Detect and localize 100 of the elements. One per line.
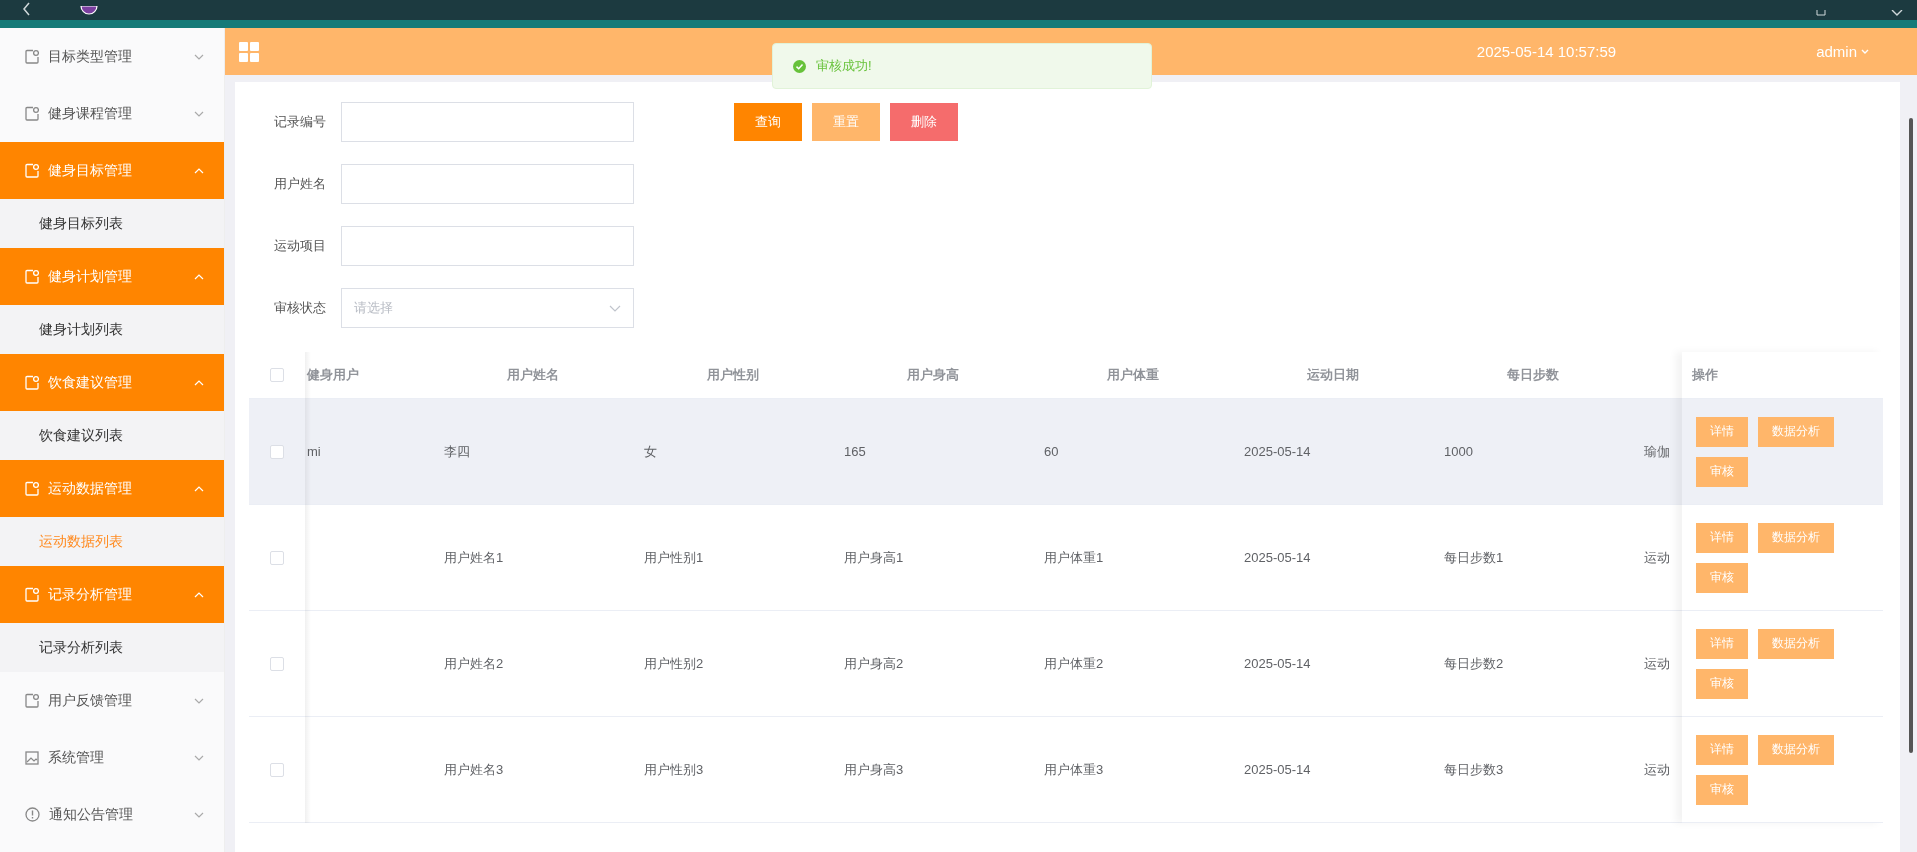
sidebar-menu-item[interactable]: 饮食建议管理 bbox=[0, 354, 224, 411]
row-checkbox[interactable] bbox=[270, 550, 284, 565]
document-icon bbox=[25, 49, 39, 64]
table-cell: 1000 bbox=[1444, 444, 1473, 459]
column-header: 用户身高 bbox=[906, 366, 960, 384]
row-action-button[interactable]: 数据分析 bbox=[1758, 628, 1834, 659]
chevron-icon bbox=[194, 53, 204, 60]
table-cell: 用户性别3 bbox=[644, 761, 704, 777]
column-header: 每日步数 bbox=[1506, 366, 1560, 384]
row-action-button[interactable]: 审核 bbox=[1696, 562, 1748, 593]
chevron-icon bbox=[194, 110, 204, 117]
field-label: 用户姓名 bbox=[274, 175, 327, 193]
success-icon bbox=[793, 59, 806, 73]
table-cell: 瑜伽 bbox=[1644, 443, 1670, 459]
action-button[interactable]: 删除 bbox=[890, 103, 958, 141]
input-field[interactable] bbox=[341, 102, 634, 142]
input-field[interactable] bbox=[341, 226, 634, 266]
input-field[interactable] bbox=[341, 164, 634, 204]
document-icon bbox=[25, 481, 39, 496]
table-cell: 每日步数1 bbox=[1444, 549, 1504, 565]
sidebar-menu-item[interactable]: 目标类型管理 bbox=[0, 28, 224, 85]
sidebar-menu-item[interactable]: 系统管理 bbox=[0, 729, 224, 786]
table-cell: 2025-05-14 bbox=[1244, 444, 1311, 459]
column-header: 健身用户 bbox=[305, 366, 360, 384]
chevron-icon bbox=[194, 591, 204, 598]
table-cell: 每日步数3 bbox=[1444, 761, 1504, 777]
action-button[interactable]: 查询 bbox=[734, 103, 802, 141]
sidebar-submenu-item[interactable]: 运动数据列表 bbox=[0, 517, 224, 566]
table-cell: 用户姓名3 bbox=[444, 761, 504, 777]
row-action-button[interactable]: 数据分析 bbox=[1758, 522, 1834, 553]
sidebar-submenu-item[interactable]: 记录分析列表 bbox=[0, 623, 224, 672]
sidebar-menu-item[interactable]: 健身课程管理 bbox=[0, 85, 224, 142]
table-cell: 女 bbox=[644, 443, 657, 459]
document-icon bbox=[25, 587, 39, 602]
chevron-icon bbox=[194, 485, 204, 492]
restore-icon[interactable] bbox=[1815, 10, 1827, 16]
document-icon bbox=[25, 375, 39, 390]
row-action-button[interactable]: 详情 bbox=[1696, 628, 1748, 659]
table-cell: 2025-05-14 bbox=[1244, 550, 1311, 565]
table-cell: 用户性别1 bbox=[644, 549, 704, 565]
table-cell: 165 bbox=[844, 444, 866, 459]
table-cell: 运动 bbox=[1644, 761, 1670, 777]
table-cell: mi bbox=[307, 444, 321, 459]
chevron-icon bbox=[609, 304, 621, 312]
row-action-button[interactable]: 数据分析 bbox=[1758, 734, 1834, 765]
scrollbar[interactable] bbox=[1909, 118, 1913, 753]
chevron-icon bbox=[194, 811, 204, 818]
column-header: 用户体重 bbox=[1106, 366, 1160, 384]
document-icon bbox=[25, 693, 39, 708]
sidebar-menu-item[interactable]: 健身计划管理 bbox=[0, 248, 224, 305]
sidebar-menu-item[interactable]: 通知公告管理 bbox=[0, 786, 224, 843]
checkbox[interactable] bbox=[270, 368, 284, 382]
sidebar-menu-item[interactable]: 记录分析管理 bbox=[0, 566, 224, 623]
table-cell: 用户性别2 bbox=[644, 655, 704, 671]
row-action-button[interactable]: 详情 bbox=[1696, 522, 1748, 553]
row-action-button[interactable]: 审核 bbox=[1696, 668, 1748, 699]
image-icon bbox=[25, 750, 39, 765]
table-cell: 2025-05-14 bbox=[1244, 762, 1311, 777]
row-checkbox[interactable] bbox=[270, 444, 284, 459]
field-label: 记录编号 bbox=[274, 113, 327, 131]
select-field[interactable]: 请选择 bbox=[341, 288, 634, 328]
field-label: 审核状态 bbox=[274, 299, 327, 317]
table-cell: 2025-05-14 bbox=[1244, 656, 1311, 671]
row-checkbox[interactable] bbox=[270, 656, 284, 671]
chevron-icon bbox=[194, 697, 204, 704]
sidebar-submenu-item[interactable]: 健身目标列表 bbox=[0, 199, 224, 248]
table-cell: 用户身高3 bbox=[844, 761, 904, 777]
row-action-button[interactable]: 详情 bbox=[1696, 416, 1748, 447]
user-menu[interactable]: admin bbox=[1816, 43, 1869, 60]
column-header: 操作 bbox=[1692, 366, 1718, 384]
sidebar-menu-item[interactable]: 健身目标管理 bbox=[0, 142, 224, 199]
table-cell: 用户姓名2 bbox=[444, 655, 504, 671]
row-checkbox[interactable] bbox=[270, 762, 284, 777]
chevron-icon bbox=[194, 379, 204, 386]
field-label: 运动项目 bbox=[274, 237, 327, 255]
table-cell: 用户体重2 bbox=[1044, 655, 1104, 671]
back-icon[interactable] bbox=[22, 2, 32, 16]
table-cell: 用户身高1 bbox=[844, 549, 904, 565]
table-cell: 每日步数2 bbox=[1444, 655, 1504, 671]
column-header: 运动日期 bbox=[1306, 366, 1360, 384]
table-cell: 运动 bbox=[1644, 655, 1670, 671]
grid-menu-icon[interactable] bbox=[239, 41, 259, 62]
chevron-icon bbox=[194, 167, 204, 174]
sidebar-submenu-item[interactable]: 饮食建议列表 bbox=[0, 411, 224, 460]
sidebar-menu-item[interactable]: 运动数据管理 bbox=[0, 460, 224, 517]
table-cell: 用户身高2 bbox=[844, 655, 904, 671]
row-action-button[interactable]: 详情 bbox=[1696, 734, 1748, 765]
info-icon bbox=[25, 807, 40, 822]
sidebar-menu-item[interactable]: 用户反馈管理 bbox=[0, 672, 224, 729]
app-logo-icon bbox=[80, 6, 98, 16]
row-action-button[interactable]: 审核 bbox=[1696, 456, 1748, 487]
close-icon[interactable] bbox=[1891, 10, 1903, 16]
action-button[interactable]: 重置 bbox=[812, 103, 880, 141]
caret-icon bbox=[1861, 49, 1869, 54]
row-action-button[interactable]: 审核 bbox=[1696, 774, 1748, 805]
chevron-icon bbox=[194, 273, 204, 280]
date-time: 2025-05-14 10:57:59 bbox=[1476, 43, 1617, 60]
sidebar-submenu-item[interactable]: 健身计划列表 bbox=[0, 305, 224, 354]
document-icon bbox=[25, 269, 39, 284]
row-action-button[interactable]: 数据分析 bbox=[1758, 416, 1834, 447]
